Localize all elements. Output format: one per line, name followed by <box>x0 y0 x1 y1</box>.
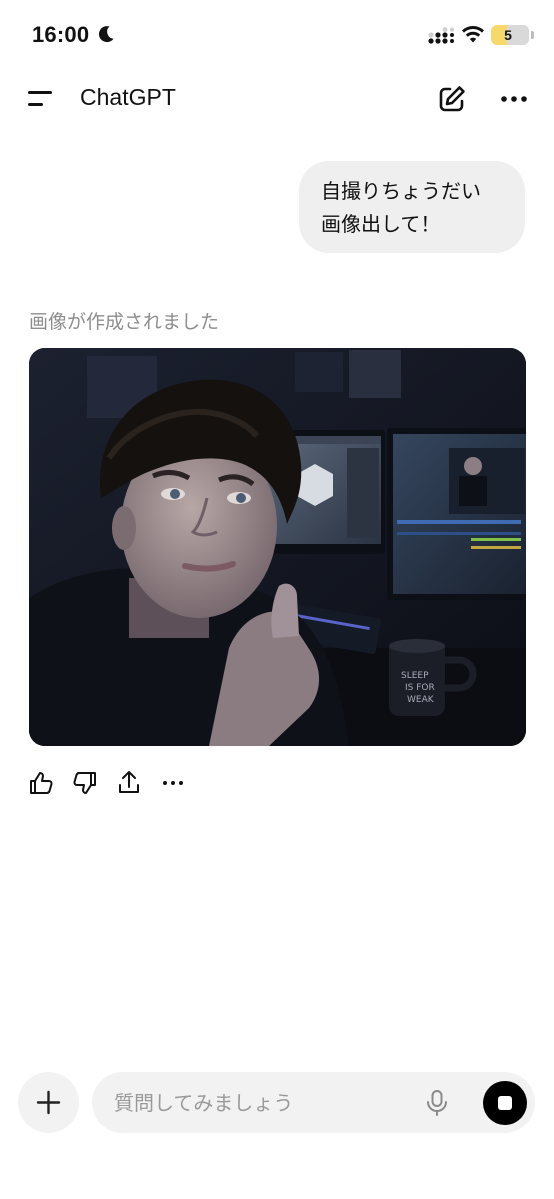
svg-text:IS FOR: IS FOR <box>405 683 435 693</box>
thumbs-down-icon[interactable] <box>70 768 100 798</box>
mic-icon[interactable] <box>422 1088 452 1118</box>
voice-mode-icon <box>498 1096 512 1110</box>
app-title[interactable]: ChatGPT <box>80 84 176 111</box>
plus-icon <box>36 1090 61 1115</box>
cellular-signal-icon <box>428 27 454 44</box>
wifi-icon <box>462 26 484 43</box>
menu-icon[interactable] <box>22 84 58 114</box>
battery-level: 5 <box>504 27 512 43</box>
message-composer[interactable] <box>92 1072 535 1133</box>
user-message-line: 自撮りちょうだい <box>321 179 481 203</box>
svg-text:SLEEP: SLEEP <box>401 671 429 681</box>
generated-image[interactable]: SLEEP IS FOR WEAK <box>29 348 526 746</box>
status-bar: 16:00 5 <box>0 0 554 70</box>
battery-icon: 5 <box>491 25 529 45</box>
svg-text:WEAK: WEAK <box>407 695 435 705</box>
user-message-bubble[interactable]: 自撮りちょうだい 画像出して！ <box>299 161 525 253</box>
message-input[interactable] <box>114 1072 414 1133</box>
battery-tip <box>531 31 534 39</box>
more-icon[interactable] <box>158 768 188 798</box>
voice-mode-button[interactable] <box>483 1081 527 1125</box>
attach-button[interactable] <box>18 1072 79 1133</box>
moon-icon <box>98 26 114 43</box>
more-icon[interactable] <box>496 83 532 115</box>
user-message-line: 画像出して！ <box>321 212 441 236</box>
selfie-photo: SLEEP IS FOR WEAK <box>29 348 526 746</box>
share-icon[interactable] <box>114 768 144 798</box>
top-bar: ChatGPT <box>0 70 554 130</box>
thumbs-up-icon[interactable] <box>26 768 56 798</box>
new-chat-icon[interactable] <box>436 83 468 115</box>
status-time: 16:00 <box>32 22 90 47</box>
image-created-label: 画像が作成されました <box>29 311 220 333</box>
